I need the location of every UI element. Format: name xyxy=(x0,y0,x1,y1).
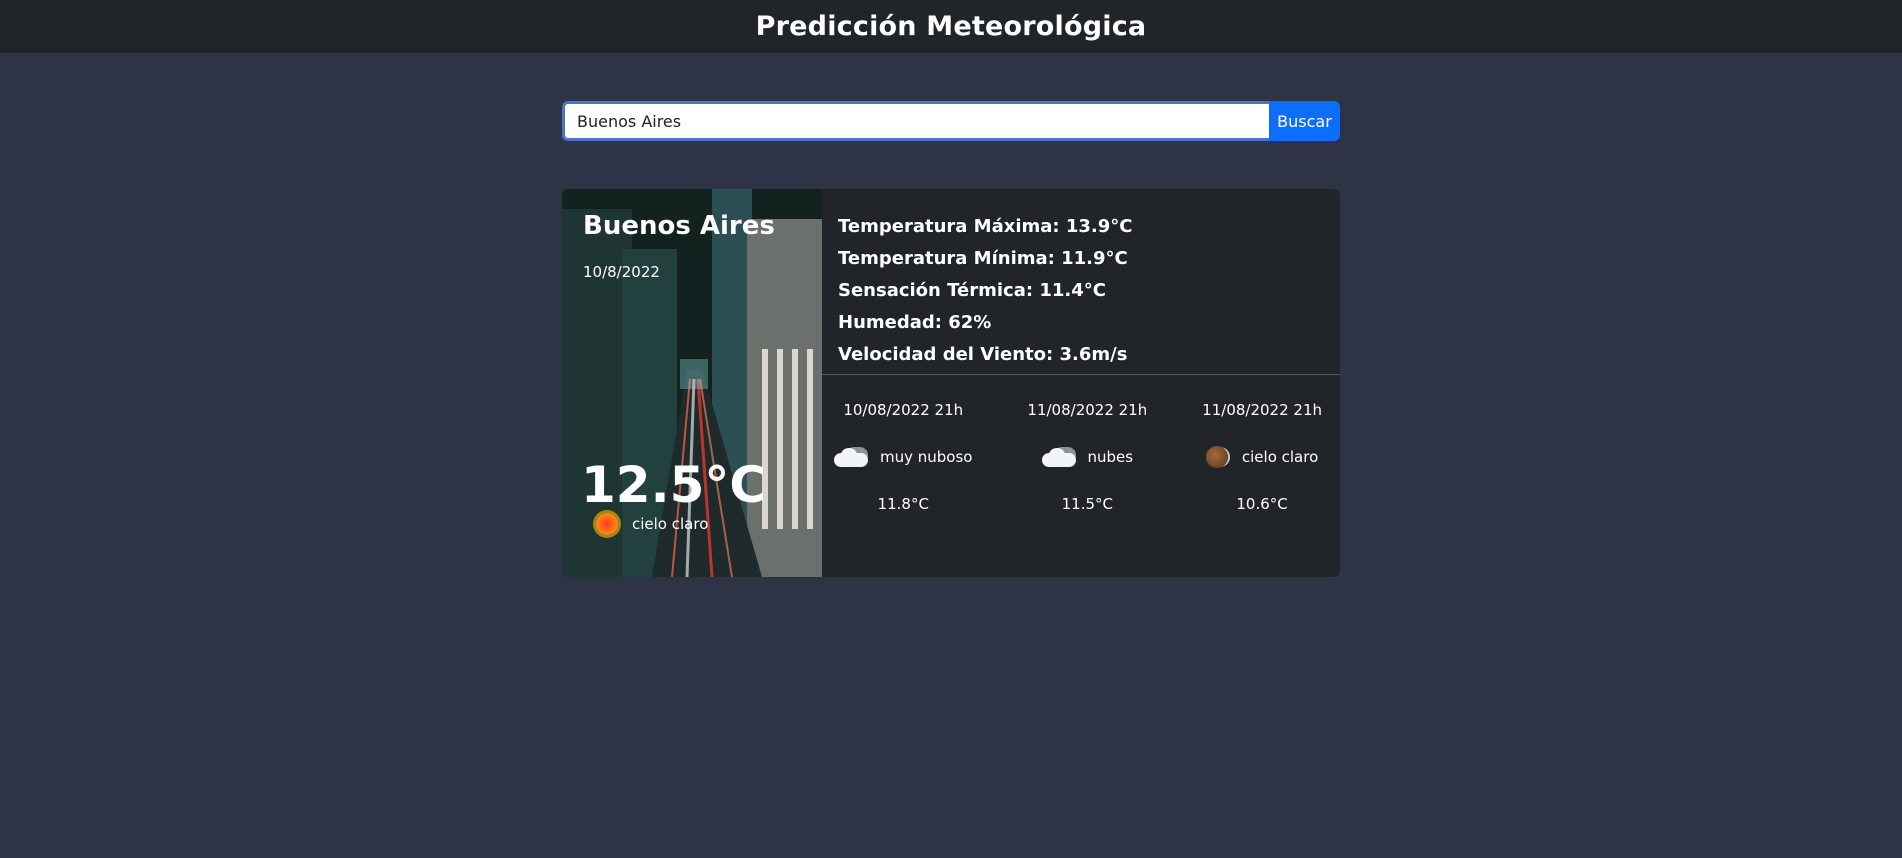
current-date: 10/8/2022 xyxy=(583,263,660,281)
city-name: Buenos Aires xyxy=(583,211,775,241)
navbar: Predicción Meteorológica xyxy=(0,0,1902,53)
moon-icon xyxy=(1205,446,1228,468)
current-weather-content: Buenos Aires 10/8/2022 12.5°C cielo clar… xyxy=(562,189,822,577)
forecast-temperature: 11.5°C xyxy=(1061,495,1113,513)
current-weather-panel: Buenos Aires 10/8/2022 12.5°C cielo clar… xyxy=(562,189,822,577)
search-input[interactable] xyxy=(562,101,1269,141)
page-title: Predicción Meteorológica xyxy=(755,11,1147,42)
forecast-condition-label: muy nuboso xyxy=(880,448,973,466)
forecast-condition: nubes xyxy=(1041,443,1134,471)
forecast-item: 11/08/2022 21h cielo claro 10.6°C xyxy=(1202,401,1322,513)
weather-card: Buenos Aires 10/8/2022 12.5°C cielo clar… xyxy=(562,189,1340,577)
cloud-icon xyxy=(1041,445,1080,469)
cloud-icon xyxy=(834,445,872,469)
forecast-temperature: 11.8°C xyxy=(877,495,929,513)
forecast-time: 11/08/2022 21h xyxy=(1027,401,1148,419)
forecast-condition: muy nuboso xyxy=(834,443,972,471)
forecast-condition: cielo claro xyxy=(1205,443,1319,471)
humidity: Humedad: 62% xyxy=(838,312,992,333)
forecast-item: 10/08/2022 21h muy nuboso 11.8°C xyxy=(834,401,972,513)
forecast-condition-label: cielo claro xyxy=(1241,448,1319,466)
main-container: Buscar Buenos Aires xyxy=(562,101,1340,577)
sun-icon xyxy=(596,513,618,535)
current-temperature: 12.5°C xyxy=(581,456,767,514)
current-condition-label: cielo claro xyxy=(632,515,709,533)
feels-like: Sensación Térmica: 11.4°C xyxy=(838,280,1106,301)
forecast-temperature: 10.6°C xyxy=(1236,495,1288,513)
weather-details: Temperatura Máxima: 13.9°C Temperatura M… xyxy=(822,189,1340,375)
forecast-time: 10/08/2022 21h xyxy=(843,401,964,419)
search-group: Buscar xyxy=(562,101,1340,141)
forecast-list: 10/08/2022 21h muy nuboso 11.8°C 11/08/2… xyxy=(822,375,1340,513)
forecast-condition-label: nubes xyxy=(1087,448,1134,466)
details-panel: Temperatura Máxima: 13.9°C Temperatura M… xyxy=(822,189,1340,577)
search-button[interactable]: Buscar xyxy=(1269,101,1340,141)
forecast-time: 11/08/2022 21h xyxy=(1202,401,1322,419)
max-temperature: Temperatura Máxima: 13.9°C xyxy=(838,216,1133,237)
forecast-item: 11/08/2022 21h nubes 11.5°C xyxy=(1027,401,1147,513)
current-condition: cielo claro xyxy=(596,513,708,535)
min-temperature: Temperatura Mínima: 11.9°C xyxy=(838,248,1128,269)
wind-speed: Velocidad del Viento: 3.6m/s xyxy=(838,344,1128,365)
